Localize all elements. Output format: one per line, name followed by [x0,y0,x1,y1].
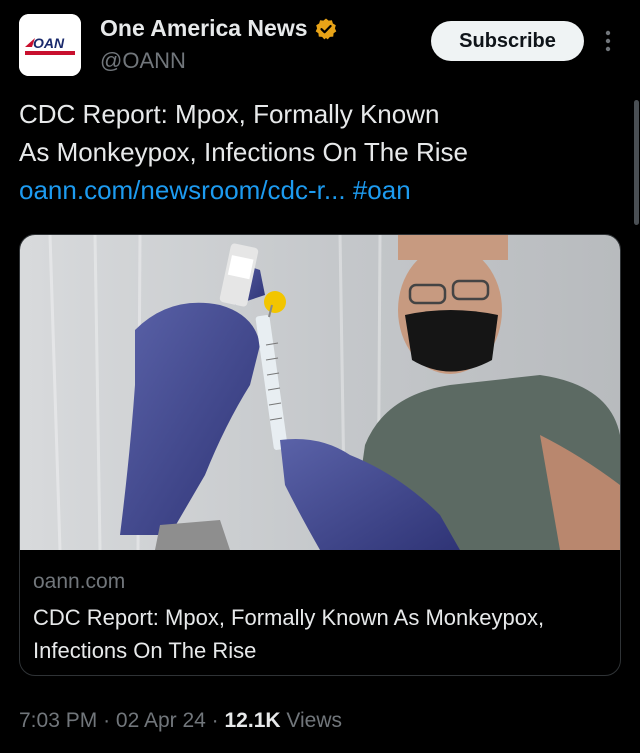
verified-badge-icon [315,18,336,39]
tweet-date[interactable]: 02 Apr 24 [116,709,206,732]
tweet-text: CDC Report: Mpox, Formally Known As Monk… [19,95,619,209]
meta-separator: · [211,709,219,732]
views-count: 12.1K [224,709,281,732]
tweet-text-line-1: CDC Report: Mpox, Formally Known [19,99,440,129]
hashtag-link[interactable]: #oan [353,175,411,205]
author-display-name[interactable]: One America News [100,15,308,42]
meta-separator: · [103,709,111,732]
article-link[interactable]: oann.com/newsroom/cdc-r... [19,175,346,205]
views-label: Views [286,709,343,732]
card-domain: oann.com [33,570,126,593]
link-preview-card[interactable]: oann.com CDC Report: Mpox, Formally Know… [19,234,621,676]
subscribe-button[interactable]: Subscribe [431,21,584,61]
tweet-links-line: oann.com/newsroom/cdc-r... #oan [19,171,619,209]
tweet-meta: 7:03 PM · 02 Apr 24 · 12.1K Views [19,709,342,733]
svg-text:OAN: OAN [33,35,65,51]
scrollbar[interactable] [634,100,639,225]
article-image[interactable] [20,235,620,550]
tweet-header: OAN One America News @OANN Subscribe [0,0,640,90]
author-handle[interactable]: @OANN [100,48,186,74]
author-name-row: One America News [100,15,338,42]
card-title[interactable]: CDC Report: Mpox, Formally Known As Monk… [33,601,603,667]
tweet-time[interactable]: 7:03 PM [19,709,97,732]
more-vertical-icon[interactable] [600,28,616,54]
avatar[interactable]: OAN [19,14,81,76]
tweet-text-line-2: As Monkeypox, Infections On The Rise [19,137,468,167]
